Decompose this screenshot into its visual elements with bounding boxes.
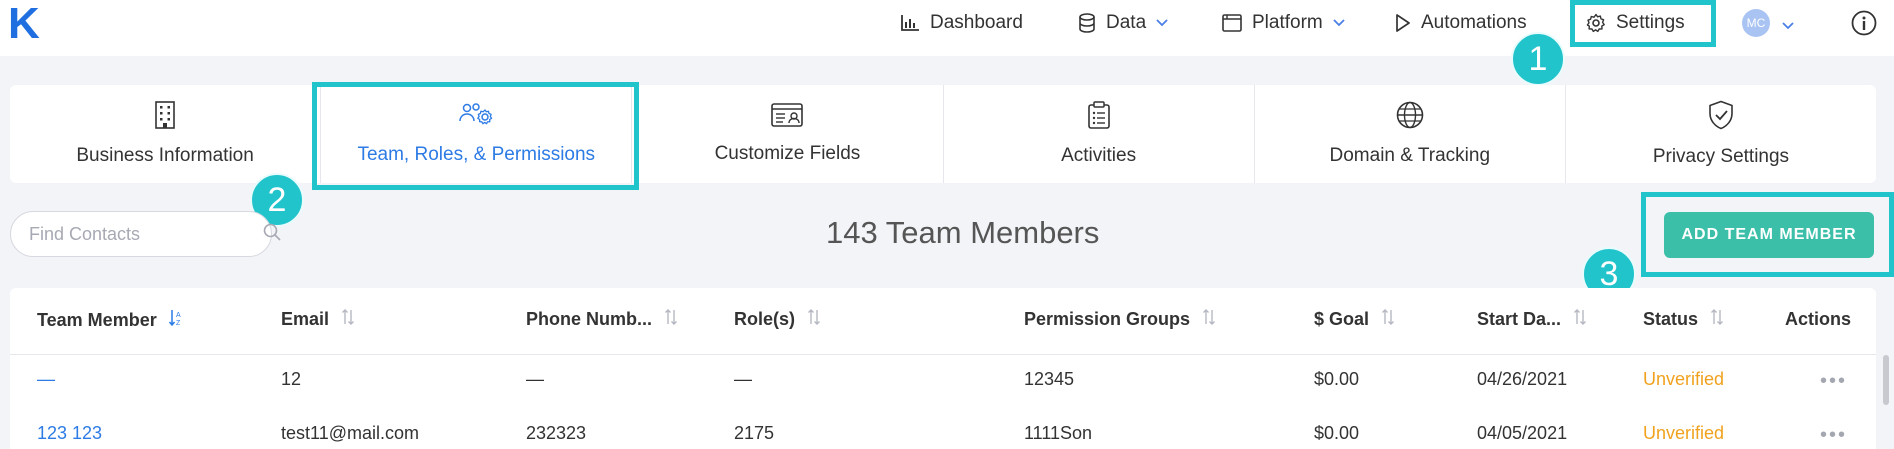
nav-platform-label: Platform — [1252, 12, 1323, 33]
nav-data[interactable]: Data — [1078, 10, 1168, 36]
sort-az-icon[interactable]: AZ — [168, 309, 183, 332]
avatar[interactable]: MC — [1742, 9, 1770, 37]
cell-goal: $0.00 — [1314, 423, 1360, 443]
search-input[interactable] — [27, 222, 263, 246]
nav-data-label: Data — [1106, 12, 1147, 33]
sort-icon[interactable] — [341, 309, 355, 330]
more-actions-icon[interactable]: ••• — [1820, 424, 1847, 447]
nav-platform[interactable]: Platform — [1222, 10, 1345, 36]
chevron-down-icon — [1156, 19, 1168, 27]
sort-icon[interactable] — [1573, 309, 1587, 330]
col-team-member[interactable]: Team Member AZ — [37, 309, 183, 332]
tab-label: Activities — [1061, 145, 1137, 166]
tab-label: Domain & Tracking — [1329, 145, 1491, 166]
chevron-down-icon[interactable] — [1782, 17, 1794, 35]
svg-text:A: A — [176, 312, 181, 319]
col-start-date[interactable]: Start Da... — [1477, 309, 1587, 330]
callout-1: 1 — [1511, 32, 1565, 86]
settings-highlight-box — [1570, 0, 1716, 47]
sort-icon[interactable] — [664, 309, 678, 330]
settings-tabs: Business Information Team, Roles, & Perm… — [10, 85, 1876, 183]
cell-email: test11@mail.com — [281, 423, 419, 443]
tab-domain-tracking[interactable]: Domain & Tracking — [1255, 85, 1566, 183]
bar-chart-icon — [900, 14, 920, 32]
search-icon[interactable] — [263, 223, 281, 246]
nav-dashboard-label: Dashboard — [930, 12, 1023, 33]
add-button-highlight-box — [1641, 192, 1894, 277]
info-icon[interactable] — [1851, 10, 1877, 41]
sort-icon[interactable] — [807, 309, 821, 330]
tab-label: Business Information — [76, 145, 254, 166]
more-actions-icon[interactable]: ••• — [1820, 370, 1847, 393]
id-card-icon — [771, 103, 804, 133]
sort-icon[interactable] — [1710, 309, 1724, 330]
cell-start-date: 04/05/2021 — [1477, 423, 1568, 443]
table-row: — 12 — — 12345 $0.00 04/26/2021 Unverifi… — [10, 354, 1876, 408]
table-scrollbar[interactable] — [1883, 355, 1889, 405]
shield-check-icon — [1708, 100, 1734, 136]
nav-automations[interactable]: Automations — [1395, 10, 1527, 36]
col-permission-groups[interactable]: Permission Groups — [1024, 309, 1216, 330]
col-email[interactable]: Email — [281, 309, 355, 330]
cell-phone: — — [526, 369, 544, 389]
tab-customize-fields[interactable]: Customize Fields — [632, 85, 944, 183]
cell-team-member[interactable]: — — [37, 369, 55, 390]
tab-privacy-settings[interactable]: Privacy Settings — [1566, 85, 1876, 183]
cell-email: 12 — [281, 369, 302, 389]
table-header: Team Member AZ Email Phone Numb... Role(… — [10, 288, 1876, 355]
tab-business-information[interactable]: Business Information — [10, 85, 322, 183]
sort-icon[interactable] — [1202, 309, 1216, 330]
cell-roles: — — [734, 369, 752, 389]
col-goal[interactable]: $ Goal — [1314, 309, 1395, 330]
cell-goal: $0.00 — [1314, 369, 1360, 389]
col-status[interactable]: Status — [1643, 309, 1724, 330]
cell-roles: 2175 — [734, 423, 775, 443]
team-member-count: 143 Team Members — [826, 215, 1100, 250]
svg-text:Z: Z — [176, 320, 181, 327]
table-row: 123 123 test11@mail.com 232323 2175 1111… — [10, 408, 1876, 449]
cell-team-member[interactable]: 123 123 — [37, 423, 102, 444]
window-icon — [1222, 14, 1242, 32]
col-phone-number[interactable]: Phone Numb... — [526, 309, 678, 330]
cell-phone: 232323 — [526, 423, 587, 443]
team-members-table: Team Member AZ Email Phone Numb... Role(… — [10, 288, 1876, 449]
cell-start-date: 04/26/2021 — [1477, 369, 1568, 389]
cell-permission-groups: 1111Son — [1024, 423, 1093, 443]
cell-status: Unverified — [1643, 369, 1725, 389]
clipboard-icon — [1087, 101, 1110, 135]
chevron-down-icon — [1333, 19, 1345, 27]
cell-permission-groups: 12345 — [1024, 369, 1075, 389]
tab-label: Customize Fields — [714, 143, 861, 164]
search-field[interactable] — [10, 211, 281, 257]
cell-status: Unverified — [1643, 423, 1725, 443]
building-icon — [153, 101, 177, 135]
nav-automations-label: Automations — [1421, 12, 1527, 33]
globe-icon — [1396, 101, 1424, 135]
database-icon — [1078, 13, 1096, 33]
tab-activities[interactable]: Activities — [944, 85, 1255, 183]
sort-icon[interactable] — [1381, 309, 1395, 330]
tab-label: Privacy Settings — [1652, 146, 1790, 167]
col-roles[interactable]: Role(s) — [734, 309, 821, 330]
play-icon — [1395, 13, 1411, 33]
col-actions: Actions — [1785, 309, 1852, 329]
app-logo[interactable]: K — [8, 2, 40, 46]
team-tab-highlight-box — [312, 82, 639, 190]
nav-dashboard[interactable]: Dashboard — [900, 10, 1023, 36]
